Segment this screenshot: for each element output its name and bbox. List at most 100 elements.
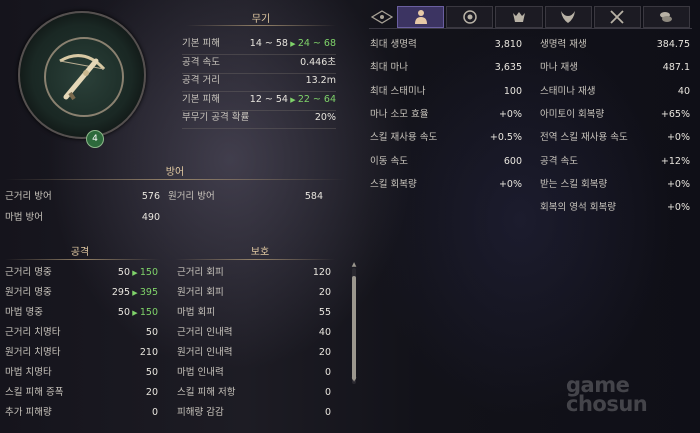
stat-value: 0 [151, 407, 158, 418]
stat-value: 20% [314, 112, 336, 123]
scrollbar[interactable] [352, 268, 356, 384]
stat-label: 스킬 피해 저항 [177, 387, 236, 398]
stat-boosted-value: 150 [139, 267, 158, 278]
stats-left-row: 최대 생명력 3,810 [370, 38, 522, 52]
stat-value: 0 [324, 367, 331, 378]
stats-right-row: 전역 스킬 재사용 속도 +0% [540, 131, 690, 145]
defense-row: 근거리 방어 576 [5, 190, 160, 204]
stat-label: 아미토이 회복량 [540, 108, 605, 120]
stats-left-row: 최대 스태미나 100 [370, 85, 522, 99]
stat-value: 14 ~ 58 ▶ 24 ~ 68 [250, 37, 336, 51]
stats-left-row: 스킬 재사용 속도 +0.5% [370, 131, 522, 145]
stat-value: 120 [312, 267, 331, 278]
arrow-right-icon: ▶ [287, 95, 298, 104]
stat-value: 0 [324, 387, 331, 398]
stat-label: 원거리 인내력 [177, 347, 233, 358]
attack-row: 추가 피해량 0 [5, 406, 158, 420]
stat-label: 스킬 재사용 속도 [370, 132, 438, 144]
weapon-row: 부무기 공격 확률 20% [182, 111, 336, 125]
stat-value: 20 [145, 387, 158, 398]
defense-row: 마법 방어 490 [5, 211, 160, 225]
tab-coins[interactable] [642, 6, 691, 28]
stat-label: 근거리 방어 [5, 191, 52, 202]
stat-base-value: 50 [117, 307, 131, 318]
stat-boosted-value: 22 ~ 64 [297, 93, 336, 105]
stat-label: 마법 방어 [5, 212, 43, 223]
tab-character[interactable] [397, 6, 445, 28]
tab-orb[interactable] [446, 6, 494, 28]
stat-value: 40 [318, 327, 331, 338]
stat-label: 근거리 명중 [5, 267, 52, 278]
stat-label: 공격 속도 [540, 155, 578, 167]
attack-row: 원거리 명중 295 ▶ 395 [5, 286, 158, 300]
stat-value: +12% [660, 155, 690, 167]
stats-left-row: 스킬 회복량 +0% [370, 178, 522, 192]
stat-label: 스킬 피해 증폭 [5, 387, 64, 398]
coins-icon [660, 12, 673, 22]
attack-row: 근거리 명중 50 ▶ 150 [5, 266, 158, 280]
stat-value: 40 [677, 85, 690, 97]
stat-base-value: 50 [117, 267, 131, 278]
stat-label: 마법 인내력 [177, 367, 224, 378]
arrow-right-icon: ▶ [287, 40, 298, 48]
attack-row: 마법 치명타 50 [5, 366, 158, 380]
stat-value: 295 ▶ 395 [112, 286, 158, 300]
stat-label: 받는 스킬 회복량 [540, 178, 608, 190]
protect-row: 근거리 회피 120 [177, 266, 331, 280]
protect-row: 피해량 감감 0 [177, 406, 331, 420]
tab-wolf[interactable] [495, 6, 543, 28]
stat-value: +0.5% [489, 132, 522, 144]
stat-value: 13.2m [305, 75, 336, 86]
tab-swords[interactable] [593, 6, 641, 28]
stat-value: +0% [498, 108, 522, 120]
stat-boosted-value: 24 ~ 68 [297, 38, 336, 49]
stats-left-row: 마나 소모 효율 +0% [370, 108, 522, 122]
stat-base-value: 295 [111, 287, 131, 298]
protect-header-line [175, 259, 335, 260]
stat-value: 600 [503, 155, 522, 167]
stat-value: 50 [145, 327, 158, 338]
tab-demon[interactable] [544, 6, 592, 28]
stat-value: 3,810 [494, 39, 522, 50]
stat-value: +65% [660, 108, 690, 120]
stat-value: 3,635 [494, 62, 522, 74]
stat-label: 마나 재생 [540, 62, 578, 74]
stats-right-row: 받는 스킬 회복량 +0% [540, 178, 690, 192]
stat-value: 50 ▶ 150 [118, 306, 158, 320]
emblem-inner [44, 37, 124, 117]
stat-label: 기본 피해 [182, 93, 220, 105]
stat-tabs [369, 6, 692, 28]
protect-header: 보호 [250, 247, 270, 258]
stat-value: 576 [141, 191, 160, 202]
weapon-row: 기본 피해 12 ~ 54 ▶ 22 ~ 64 [182, 93, 336, 107]
defense-header-line [5, 179, 345, 180]
stat-label: 근거리 인내력 [177, 327, 233, 338]
scroll-down-arrow[interactable]: ▼ [351, 377, 357, 383]
stat-value: 20 [318, 287, 331, 298]
stat-value: 100 [503, 85, 522, 97]
defense-header: 방어 [165, 167, 185, 178]
stat-label: 근거리 치명타 [5, 327, 61, 338]
diamond-nav-icon[interactable] [369, 6, 395, 28]
protect-row: 마법 회피 55 [177, 306, 331, 320]
stat-label: 피해량 감감 [177, 407, 224, 418]
stat-value: 0 [324, 407, 331, 418]
protect-row: 스킬 피해 저항 0 [177, 386, 331, 400]
level-badge: 4 [86, 130, 104, 148]
stats-right-row: 아미토이 회복량 +65% [540, 108, 690, 122]
stats-left-row: 이동 속도 600 [370, 155, 522, 169]
stat-label: 최대 생명력 [370, 39, 417, 50]
scroll-thumb[interactable] [352, 276, 356, 380]
stat-value: 0.446초 [300, 56, 336, 68]
stat-value: 50 [145, 367, 158, 378]
attack-row: 근거리 치명타 50 [5, 326, 158, 340]
stat-label: 공격 속도 [182, 56, 220, 68]
stat-value: 55 [318, 307, 331, 318]
tabs-underline [369, 28, 692, 29]
stats-right-row: 회복의 영석 회복량 +0% [540, 201, 690, 215]
row-divider [182, 128, 336, 129]
weapon-emblem: 4 [18, 11, 146, 148]
demon-icon [561, 11, 576, 23]
stat-boosted-value: 150 [139, 307, 158, 318]
attack-row: 원거리 치명타 210 [5, 346, 158, 360]
